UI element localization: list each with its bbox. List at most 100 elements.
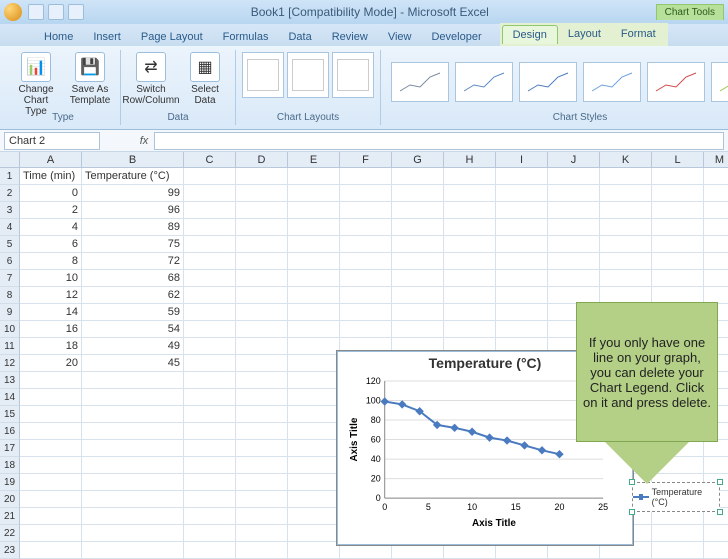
cell[interactable] [652, 219, 704, 236]
cell[interactable] [340, 253, 392, 270]
cell[interactable] [496, 168, 548, 185]
cell[interactable] [496, 236, 548, 253]
cell[interactable] [496, 219, 548, 236]
cell[interactable] [288, 270, 340, 287]
cell[interactable] [236, 474, 288, 491]
cell[interactable]: 16 [20, 321, 82, 338]
column-header[interactable]: J [548, 152, 600, 168]
save-as-template-button[interactable]: 💾 Save As Template [66, 52, 114, 106]
tab-format[interactable]: Format [611, 25, 666, 44]
cell[interactable]: 14 [20, 304, 82, 321]
cell[interactable] [236, 508, 288, 525]
cell[interactable] [288, 372, 340, 389]
cell[interactable] [184, 355, 236, 372]
chart-layout-thumb[interactable] [287, 52, 329, 98]
cell[interactable] [444, 304, 496, 321]
cell[interactable] [184, 440, 236, 457]
cell[interactable] [184, 202, 236, 219]
cell[interactable] [548, 253, 600, 270]
office-button[interactable] [4, 3, 22, 21]
cell[interactable] [704, 236, 728, 253]
row-header[interactable]: 5 [0, 236, 20, 253]
cell[interactable] [288, 338, 340, 355]
cell[interactable] [288, 185, 340, 202]
cell[interactable] [236, 236, 288, 253]
cell[interactable] [652, 253, 704, 270]
cell[interactable] [184, 474, 236, 491]
cell[interactable] [496, 287, 548, 304]
column-header[interactable]: M [704, 152, 728, 168]
row-header[interactable]: 8 [0, 287, 20, 304]
cell[interactable]: 8 [20, 253, 82, 270]
cell[interactable] [184, 406, 236, 423]
cell[interactable] [392, 287, 444, 304]
row-header[interactable]: 14 [0, 389, 20, 406]
cell[interactable] [340, 304, 392, 321]
cell[interactable] [340, 270, 392, 287]
cell[interactable]: 62 [82, 287, 184, 304]
chart-style-thumb[interactable] [647, 62, 705, 102]
tab-layout[interactable]: Layout [558, 25, 611, 44]
tab-home[interactable]: Home [34, 28, 83, 46]
cell[interactable] [652, 236, 704, 253]
cell[interactable] [184, 423, 236, 440]
chart-legend[interactable]: Temperature (°C) [632, 482, 720, 512]
cell[interactable] [20, 406, 82, 423]
cell[interactable]: 89 [82, 219, 184, 236]
cell[interactable] [236, 338, 288, 355]
fx-icon[interactable]: fx [134, 135, 154, 147]
cell[interactable] [548, 219, 600, 236]
cell[interactable]: 2 [20, 202, 82, 219]
cell[interactable] [340, 287, 392, 304]
cell[interactable] [236, 287, 288, 304]
cell[interactable] [548, 168, 600, 185]
row-header[interactable]: 6 [0, 253, 20, 270]
cell[interactable] [184, 542, 236, 559]
cell[interactable] [184, 185, 236, 202]
cell[interactable]: 45 [82, 355, 184, 372]
cell[interactable]: 54 [82, 321, 184, 338]
cell[interactable] [20, 389, 82, 406]
cell[interactable] [652, 202, 704, 219]
cell[interactable] [236, 406, 288, 423]
cell[interactable] [392, 219, 444, 236]
cell[interactable] [392, 168, 444, 185]
row-header[interactable]: 23 [0, 542, 20, 559]
cell[interactable] [236, 372, 288, 389]
name-box[interactable]: Chart 2 [4, 132, 100, 150]
selection-handle[interactable] [629, 509, 635, 515]
cell[interactable]: 68 [82, 270, 184, 287]
cell[interactable] [444, 321, 496, 338]
cell[interactable] [704, 185, 728, 202]
cell[interactable] [548, 202, 600, 219]
cell[interactable] [600, 270, 652, 287]
cell[interactable] [82, 508, 184, 525]
cell[interactable] [184, 304, 236, 321]
chart-layout-thumb[interactable] [242, 52, 284, 98]
row-header[interactable]: 12 [0, 355, 20, 372]
cell[interactable] [392, 202, 444, 219]
cell[interactable] [82, 406, 184, 423]
cell[interactable] [288, 508, 340, 525]
cell[interactable] [82, 423, 184, 440]
row-header[interactable]: 4 [0, 219, 20, 236]
cell[interactable] [236, 457, 288, 474]
cell[interactable] [652, 185, 704, 202]
tab-design[interactable]: Design [502, 25, 558, 44]
cell[interactable] [288, 440, 340, 457]
cell[interactable] [236, 202, 288, 219]
cell[interactable] [704, 202, 728, 219]
cell[interactable] [82, 525, 184, 542]
cell[interactable] [600, 185, 652, 202]
switch-row-column-button[interactable]: ⇄ Switch Row/Column [127, 52, 175, 106]
cell[interactable] [288, 219, 340, 236]
cell[interactable] [600, 219, 652, 236]
cell[interactable] [288, 491, 340, 508]
redo-icon[interactable] [68, 4, 84, 20]
cell[interactable] [236, 321, 288, 338]
cell[interactable] [496, 202, 548, 219]
column-header[interactable]: K [600, 152, 652, 168]
column-header[interactable]: I [496, 152, 548, 168]
cell[interactable] [236, 219, 288, 236]
cell[interactable]: 96 [82, 202, 184, 219]
